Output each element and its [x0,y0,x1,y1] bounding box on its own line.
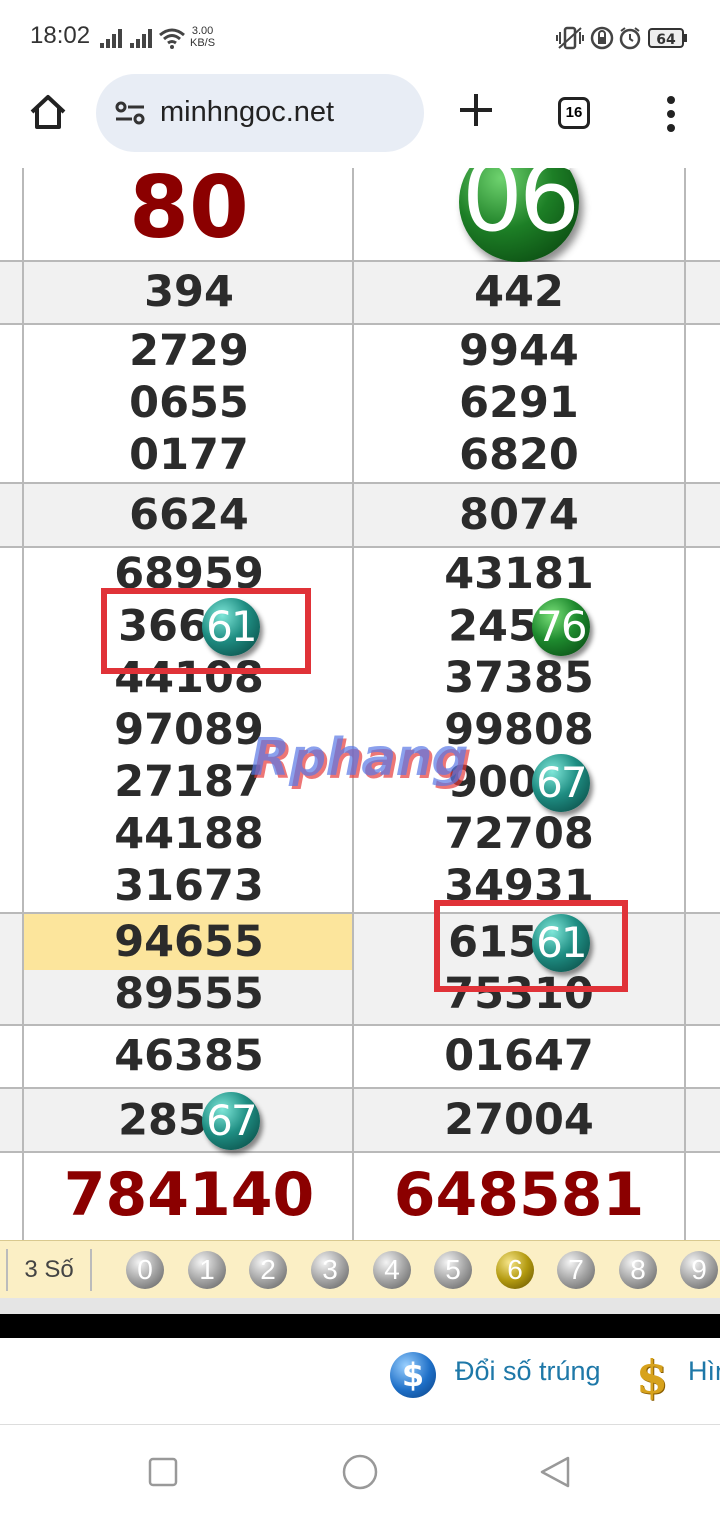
digit-ball-3[interactable]: 3 [311,1251,349,1289]
digit-ball-6[interactable]: 6 [496,1251,534,1289]
table-row: 2729 0655 0177 9944 6291 6820 [0,325,720,484]
battery-icon: 64 [648,28,684,48]
dollar-coin-icon: $ [390,1352,436,1398]
table-row: 28567 27004 [0,1089,720,1153]
number-ball: 67 [531,754,590,812]
digit-filter-bar: 3 Số 0 1 2 3 4 5 6 7 8 9 [0,1240,720,1299]
prize-6-right: 9944 6291 6820 [459,326,579,480]
prize-5-right: 8074 [459,490,579,540]
dollar-sign-icon: $ [636,1350,669,1404]
digit-ball-4[interactable]: 4 [373,1251,411,1289]
wifi-icon [159,28,185,49]
prize-1-right: 27004 [444,1095,594,1145]
prize-1-left: 28567 [24,1092,354,1150]
watermark-logo: Rphang [250,728,469,788]
system-nav-bar [0,1425,720,1520]
table-row: 6624 8074 [0,484,720,548]
table-row: 394 442 [0,262,720,325]
number-ball: 06 [459,168,580,262]
more-menu-icon[interactable] [664,94,678,134]
table-row: 46385 01647 [0,1026,720,1089]
prize-5-left: 6624 [129,490,249,540]
browser-toolbar: minhngoc.net 16 [0,70,720,168]
prize-2-left: 46385 [114,1031,264,1081]
digit-ball-8[interactable]: 8 [619,1251,657,1289]
back-icon[interactable] [538,1455,572,1489]
digit-ball-1[interactable]: 1 [188,1251,226,1289]
prize-3-left: 94655 89555 [114,917,264,1019]
new-tab-icon[interactable] [458,92,494,128]
digit-ball-7[interactable]: 7 [557,1251,595,1289]
digit-ball-5[interactable]: 5 [434,1251,472,1289]
signal-1-icon [100,28,124,48]
prize-7-left: 394 [144,267,234,317]
table-row: 784140 648581 [0,1153,720,1240]
prize-8-right: 06 [354,168,684,262]
prize-2-right: 01647 [444,1031,594,1081]
url-bar[interactable]: minhngoc.net [96,74,424,152]
column-divider [22,168,24,1240]
home-icon[interactable] [28,92,68,132]
table-row: 80 06 [0,168,720,262]
digit-ball-0[interactable]: 0 [126,1251,164,1289]
clock: 18:02 [30,22,91,49]
divider [0,1298,720,1314]
special-prize-left: 784140 [63,1160,315,1230]
prize-7-right: 442 [474,267,564,317]
digit-ball-2[interactable]: 2 [249,1251,287,1289]
prize-6-left: 2729 0655 0177 [129,326,249,480]
number-ball: 76 [531,598,590,656]
column-divider [352,168,354,1240]
exchange-numbers-link[interactable]: Đổi số trúng [455,1356,601,1387]
prize-8-left: 80 [129,168,249,258]
signal-2-icon [130,28,154,48]
digit-filter-label: 3 Số [6,1249,92,1291]
footer-links: $ Đổi số trúng $ Hìn [0,1338,720,1425]
column-divider [684,168,686,1240]
home-nav-icon[interactable] [341,1453,379,1491]
results-table: 80 06 394 442 2729 0655 0177 9944 6291 6… [0,168,720,1240]
lock-rotation-icon [590,26,614,50]
number-ball: 67 [201,1092,260,1150]
digit-ball-9[interactable]: 9 [680,1251,718,1289]
marked-box [101,588,311,674]
vibrate-icon [556,26,584,50]
net-speed: 3.00 KB/S [190,25,216,49]
url-text: minhngoc.net [160,96,335,128]
alarm-icon [619,27,641,50]
divider [0,1314,720,1338]
recents-icon[interactable] [148,1457,178,1487]
status-bar: 18:02 3.00 KB/S 64 [0,0,720,70]
marked-box [434,900,628,992]
special-prize-right: 648581 [393,1160,645,1230]
footer-link-2[interactable]: Hìn [688,1356,720,1387]
tab-switcher-button[interactable]: 16 [558,97,590,129]
site-settings-icon[interactable] [114,100,146,126]
